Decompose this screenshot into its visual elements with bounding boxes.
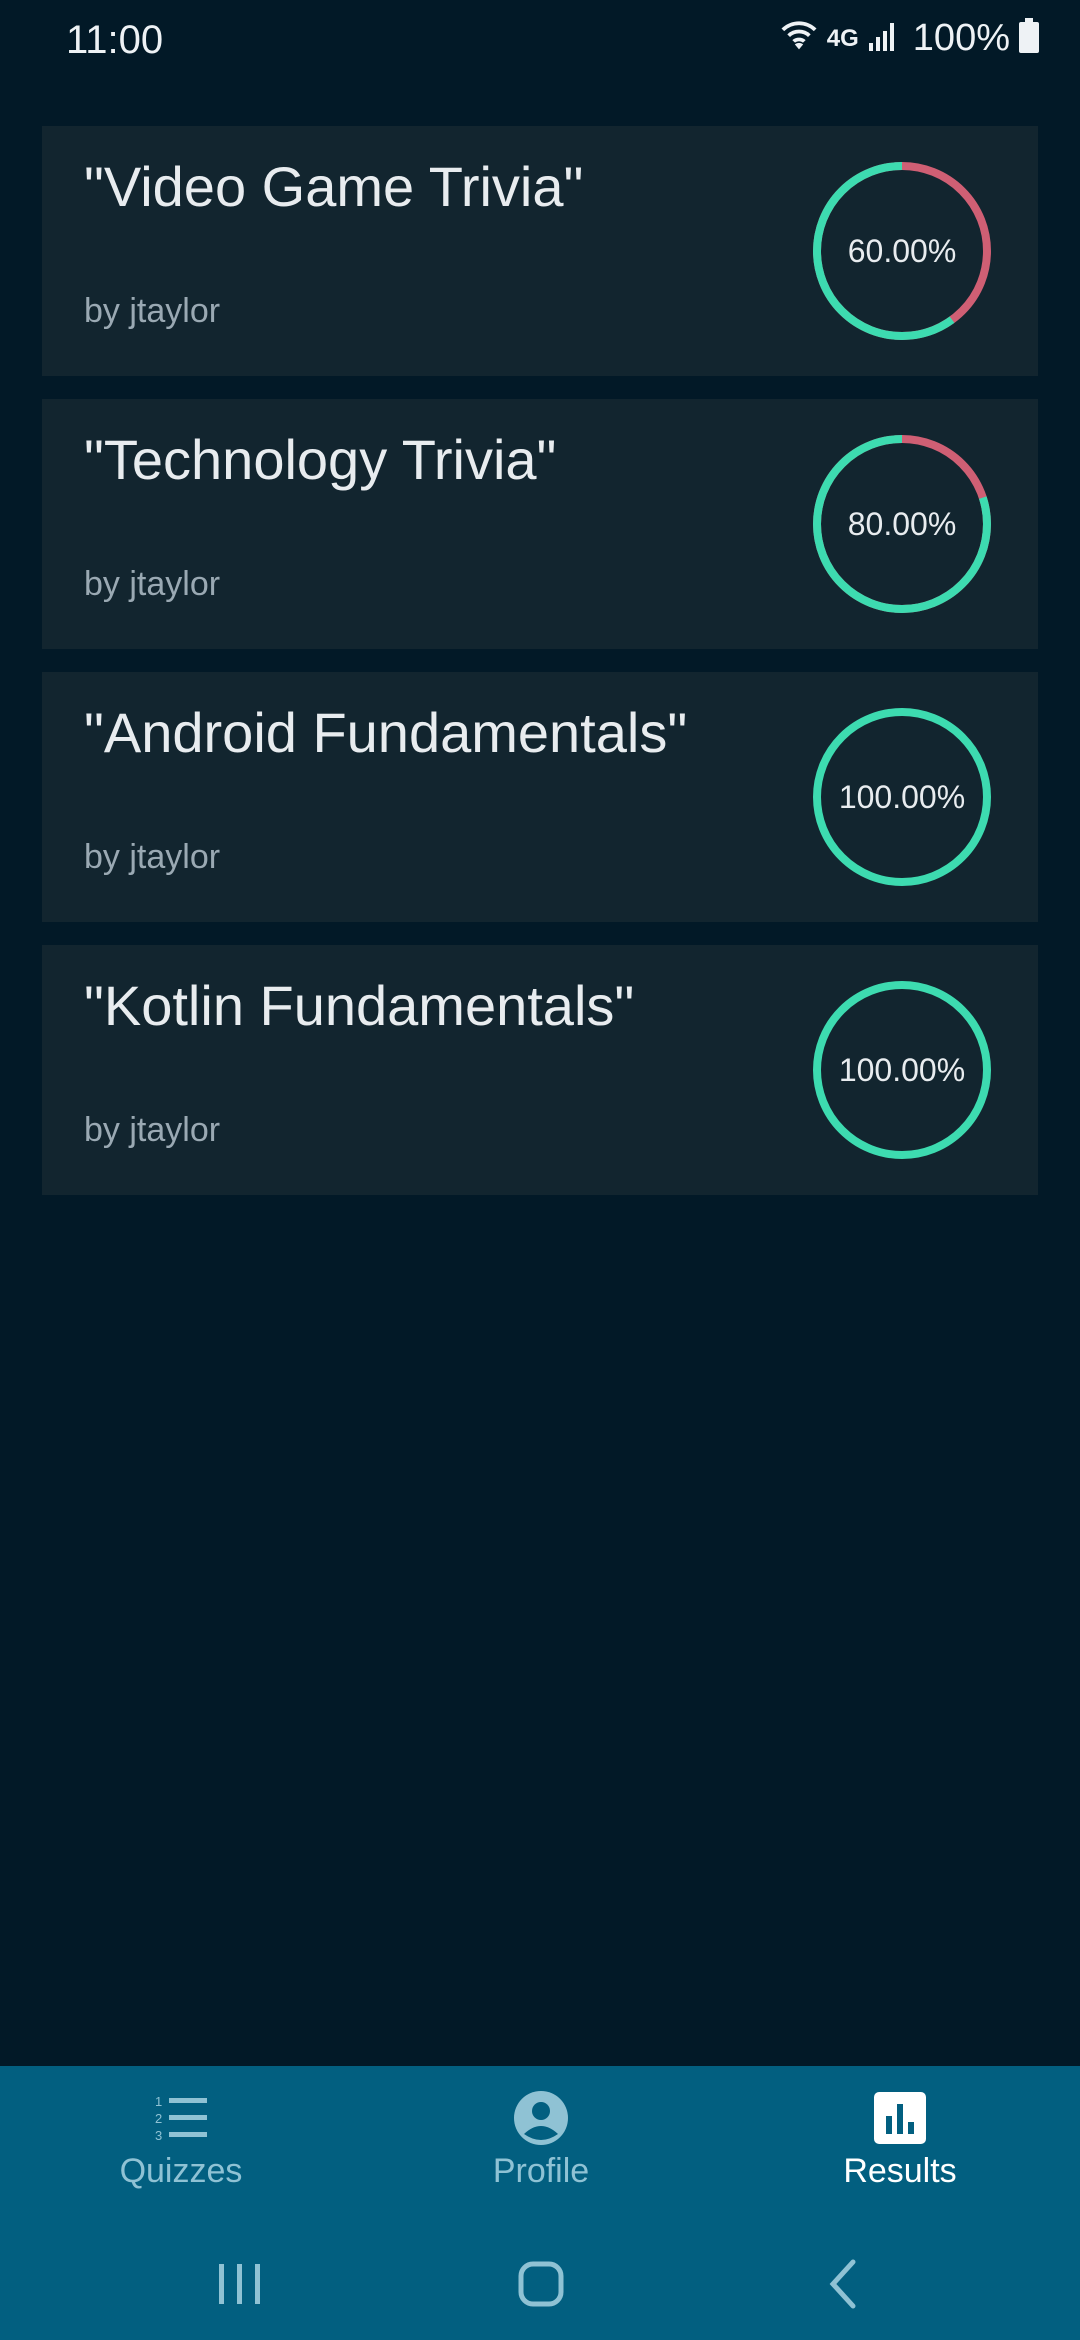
nav-item-profile[interactable]: Profile: [421, 2090, 661, 2210]
recent-apps-icon[interactable]: [199, 2252, 279, 2312]
quiz-author: by jtaylor: [84, 1111, 221, 1149]
status-bar: 11:00 4G 100%: [0, 0, 1080, 84]
system-navigation-bar: [0, 2212, 1080, 2340]
svg-text:1: 1: [155, 2094, 162, 2109]
status-time: 11:00: [66, 18, 164, 62]
account-circle-icon: [513, 2090, 569, 2146]
network-type-text: 4G: [826, 24, 859, 52]
bar-chart-icon: [872, 2090, 928, 2146]
score-ring: 100.00%: [810, 978, 994, 1162]
score-ring: 60.00%: [810, 159, 994, 343]
numbered-list-icon: 1 2 3: [153, 2090, 209, 2146]
quiz-title: "Video Game Trivia": [84, 155, 584, 218]
result-card[interactable]: "Kotlin Fundamentals" by jtaylor 100.00%: [42, 945, 1038, 1195]
nav-item-quizzes[interactable]: 1 2 3 Quizzes: [61, 2090, 301, 2210]
nav-item-results[interactable]: Results: [780, 2090, 1020, 2210]
results-list: "Video Game Trivia" by jtaylor 60.00% "T…: [42, 126, 1038, 1218]
score-ring: 100.00%: [810, 705, 994, 889]
nav-label-quizzes: Quizzes: [119, 2152, 243, 2190]
signal-icon: [867, 19, 899, 58]
result-card[interactable]: "Video Game Trivia" by jtaylor 60.00%: [42, 126, 1038, 376]
status-icons: 4G 100%: [779, 16, 1040, 61]
quiz-title: "Android Fundamentals": [84, 701, 688, 764]
result-card[interactable]: "Technology Trivia" by jtaylor 80.00%: [42, 399, 1038, 649]
quiz-title: "Technology Trivia": [84, 428, 557, 491]
quiz-author: by jtaylor: [84, 292, 221, 330]
quiz-author: by jtaylor: [84, 565, 221, 603]
wifi-icon: [779, 16, 819, 61]
battery-percentage: 100%: [912, 17, 1010, 59]
score-percentage: 60.00%: [847, 232, 957, 269]
score-percentage: 100.00%: [838, 1051, 966, 1088]
battery-icon: [1018, 18, 1040, 59]
svg-text:2: 2: [155, 2111, 162, 2126]
score-percentage: 80.00%: [847, 505, 957, 542]
score-percentage: 100.00%: [838, 778, 966, 815]
svg-text:3: 3: [155, 2128, 162, 2143]
nav-label-profile: Profile: [492, 2152, 590, 2190]
back-icon[interactable]: [803, 2252, 883, 2312]
nav-label-results: Results: [843, 2152, 957, 2190]
score-ring: 80.00%: [810, 432, 994, 616]
bottom-navigation: 1 2 3 Quizzes Profile Results: [0, 2066, 1080, 2340]
quiz-author: by jtaylor: [84, 838, 221, 876]
home-icon[interactable]: [501, 2252, 581, 2312]
result-card[interactable]: "Android Fundamentals" by jtaylor 100.00…: [42, 672, 1038, 922]
quiz-title: "Kotlin Fundamentals": [84, 974, 635, 1037]
